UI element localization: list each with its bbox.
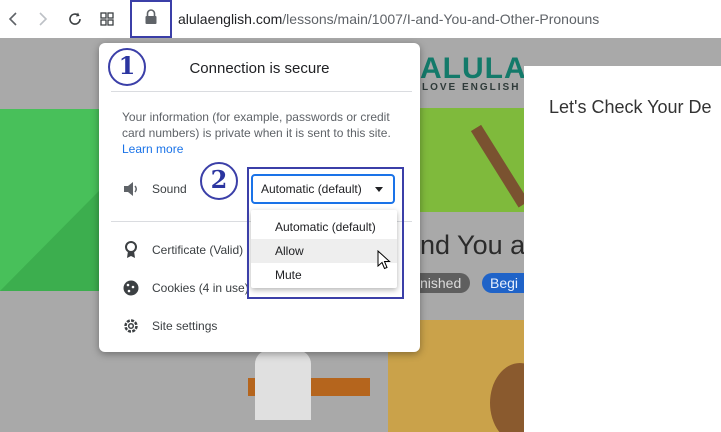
- certificate-icon: [122, 241, 140, 259]
- security-info-text: Your information (for example, passwords…: [122, 109, 394, 157]
- reload-icon[interactable]: [64, 8, 86, 30]
- address-bar-url[interactable]: alulaenglish.com/lessons/main/1007/I-and…: [178, 11, 599, 27]
- browser-toolbar: alulaenglish.com/lessons/main/1007/I-and…: [0, 0, 721, 38]
- popup-title: Connection is secure: [189, 60, 330, 77]
- divider: [111, 91, 412, 92]
- back-icon[interactable]: [2, 8, 24, 30]
- site-logo-tagline: LOVE ENGLISH: [422, 82, 521, 93]
- step-1-badge: 1: [108, 48, 146, 86]
- check-dialog-title: Let's Check Your De: [549, 97, 712, 117]
- sound-select-highlight: [247, 167, 404, 299]
- gear-icon: [122, 317, 140, 335]
- mouse-pointer-icon: [377, 249, 391, 275]
- apps-icon[interactable]: [96, 8, 118, 30]
- finished-badge: nished: [420, 273, 470, 293]
- person-illustration: [255, 350, 311, 420]
- cookie-icon: [122, 279, 140, 297]
- speaker-icon: [122, 180, 140, 198]
- learn-more-link[interactable]: Learn more: [122, 142, 183, 156]
- security-info-body: Your information (for example, passwords…: [122, 110, 391, 140]
- lesson-title: nd You a: [420, 230, 526, 260]
- cookies-label[interactable]: Cookies (4 in use): [152, 281, 249, 295]
- url-path: /lessons/main/1007/I-and-You-and-Other-P…: [282, 11, 600, 27]
- lock-icon: [144, 8, 158, 30]
- site-logo[interactable]: ALULA: [420, 52, 527, 86]
- check-dialog-panel: [524, 66, 721, 432]
- step-2-badge: 2: [200, 162, 238, 200]
- url-host: alulaenglish.com: [178, 11, 283, 27]
- site-settings-label[interactable]: Site settings: [152, 319, 217, 333]
- lesson-hero-image: [420, 108, 524, 212]
- lock-button-highlight[interactable]: [130, 0, 172, 38]
- forward-icon[interactable]: [32, 8, 54, 30]
- sound-label: Sound: [152, 182, 187, 196]
- certificate-label[interactable]: Certificate (Valid): [152, 243, 243, 257]
